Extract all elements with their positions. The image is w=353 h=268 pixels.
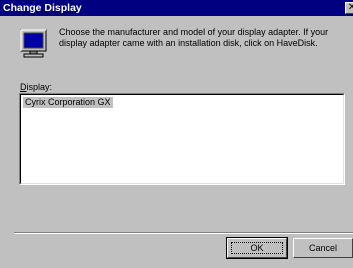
close-icon: ✕ [348, 3, 353, 13]
cancel-button[interactable]: Cancel [293, 238, 353, 258]
title-bar[interactable]: Change Display ✕ [0, 0, 353, 16]
separator [14, 232, 353, 234]
display-listbox-frame: Cyrix Corporation GX [20, 94, 344, 184]
display-label: Display: [20, 82, 52, 93]
display-label-rest: isplay: [26, 82, 53, 92]
monitor-icon [20, 29, 47, 58]
focus-rectangle [231, 242, 283, 254]
instructions-text: Choose the manufacturer and model of you… [59, 27, 329, 48]
ok-button[interactable]: OK [226, 237, 288, 259]
close-button[interactable]: ✕ [345, 2, 353, 14]
window-title: Change Display [3, 2, 82, 14]
cancel-label: Cancel [308, 243, 337, 253]
display-listbox[interactable]: Cyrix Corporation GX [19, 93, 345, 185]
list-item-selected[interactable]: Cyrix Corporation GX [23, 97, 113, 108]
